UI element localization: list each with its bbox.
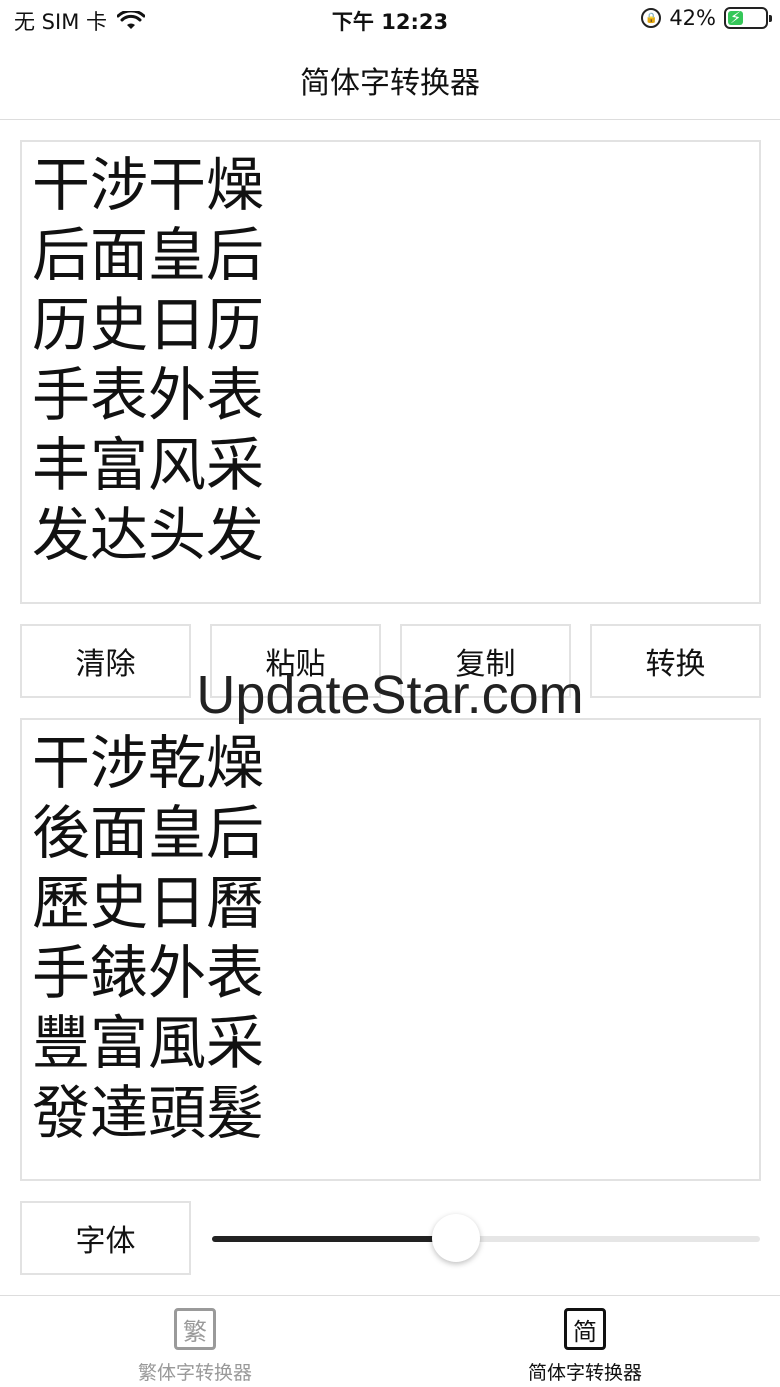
- tab-traditional-converter[interactable]: 繁 繁体字转换器: [0, 1296, 390, 1387]
- status-right: 🔒 42% ⚡: [641, 6, 772, 30]
- orientation-lock-icon: 🔒: [641, 8, 662, 28]
- tab-label: 简体字转换器: [527, 1362, 642, 1384]
- input-text-area[interactable]: 干涉干燥 后面皇后 历史日历 手表外表 丰富风采 发达头发: [20, 140, 761, 604]
- tab-bar: 繁 繁体字转换器 简 简体字转换器: [0, 1295, 780, 1387]
- page-title: 简体字转换器: [300, 65, 480, 101]
- output-text-area[interactable]: 干涉乾燥 後面皇后 歷史日曆 手錶外表 豐富風采 發達頭髮: [20, 718, 761, 1181]
- battery-percent: 42%: [669, 6, 716, 30]
- tab-label: 繁体字转换器: [137, 1362, 252, 1384]
- nav-header: 简体字转换器: [0, 40, 780, 120]
- font-button[interactable]: 字体: [20, 1201, 191, 1275]
- battery-fill: ⚡: [728, 8, 744, 27]
- charging-bolt-icon: ⚡: [729, 8, 742, 27]
- simplified-char-icon: 简: [564, 1308, 606, 1350]
- font-size-slider[interactable]: [212, 1214, 760, 1262]
- slider-thumb[interactable]: [431, 1214, 480, 1262]
- watermark: UpdateStar.com: [196, 665, 584, 725]
- tab-simplified-converter[interactable]: 简 简体字转换器: [390, 1296, 780, 1387]
- traditional-char-icon: 繁: [174, 1308, 216, 1350]
- status-bar: 无 SIM 卡 下午 12:23 🔒 42% ⚡: [0, 0, 780, 40]
- battery-icon: ⚡: [724, 7, 772, 29]
- slider-fill: [212, 1236, 456, 1242]
